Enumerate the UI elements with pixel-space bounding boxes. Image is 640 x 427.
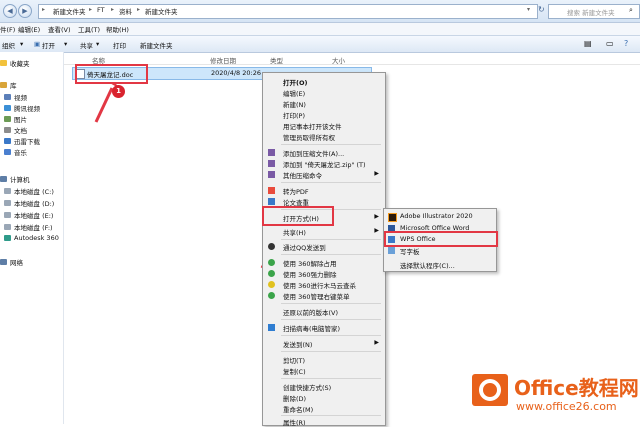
office-logo-icon: [472, 374, 508, 406]
winrar-icon: [268, 171, 275, 178]
chevron-right-icon: ▶: [374, 339, 379, 346]
winrar-icon: [268, 149, 275, 156]
submenu-item-illustrator[interactable]: Adobe Illustrator 2020: [384, 211, 496, 222]
menu-item-more-compress[interactable]: 其他压缩命令 ▶: [263, 169, 385, 180]
menu-item-add-zip[interactable]: 添加到 "倚天屠龙记.zip" (T): [263, 158, 385, 169]
context-menu: 打开(O) 编辑(E) 新建(N) 打印(P) 用记事本打开该文件 管理员取得所…: [262, 72, 386, 427]
illustrator-icon: [388, 213, 397, 222]
menu-item-add-archive[interactable]: 添加到压缩文件(A)...: [263, 147, 385, 158]
winrar-icon: [268, 160, 275, 167]
menu-item-create-shortcut[interactable]: 创建快捷方式(S): [263, 381, 385, 392]
menu-item-360-unlock[interactable]: 使用 360解除占用: [263, 257, 385, 268]
watermark: Office教程网 www.office26.com: [470, 364, 640, 424]
highlight-box: [262, 206, 334, 226]
menu-item-rename[interactable]: 重命名(M): [263, 403, 385, 414]
menu-item-restore-version[interactable]: 还原以前的版本(V): [263, 306, 385, 317]
chevron-right-icon: ▶: [374, 213, 379, 220]
menu-item-notepad[interactable]: 用记事本打开该文件: [263, 120, 385, 131]
menu-item-send-qq[interactable]: 通过QQ发送到: [263, 241, 385, 252]
qq-icon: [268, 243, 275, 250]
menu-item-360-manage[interactable]: 使用 360管理右键菜单: [263, 290, 385, 301]
menu-item-edit[interactable]: 编辑(E): [263, 87, 385, 98]
wordpad-icon: [388, 247, 395, 254]
menu-item-360-delete[interactable]: 使用 360强力删除: [263, 268, 385, 279]
menu-item-share[interactable]: 共享(H) ▶: [263, 226, 385, 237]
menu-item-send-to[interactable]: 发送到(N) ▶: [263, 338, 385, 349]
menu-item-properties[interactable]: 属性(R): [263, 416, 385, 427]
watermark-url: www.office26.com: [516, 400, 617, 413]
menu-item-cut[interactable]: 剪切(T): [263, 354, 385, 365]
menu-item-print[interactable]: 打印(P): [263, 109, 385, 120]
check-icon: [268, 198, 275, 205]
menu-item-new[interactable]: 新建(N): [263, 98, 385, 109]
highlight-box: [384, 231, 498, 247]
360-icon: [268, 281, 275, 288]
360-icon: [268, 292, 275, 299]
chevron-right-icon: ▶: [374, 170, 379, 177]
submenu-item-choose-default[interactable]: 选择默认程序(C)...: [384, 259, 496, 270]
menu-item-360-scan[interactable]: 使用 360进行木马云查杀: [263, 279, 385, 290]
menu-item-copy[interactable]: 复制(C): [263, 365, 385, 376]
menu-item-to-pdf[interactable]: 转为PDF: [263, 185, 385, 196]
step-badge: 1: [112, 85, 125, 98]
menu-item-delete[interactable]: 删除(D): [263, 392, 385, 403]
watermark-title: Office教程网: [514, 376, 639, 400]
menu-item-scan-virus[interactable]: 扫描病毒(电脑管家): [263, 322, 385, 333]
arrow-to-file: [94, 87, 114, 123]
360-icon: [268, 270, 275, 277]
menu-item-open[interactable]: 打开(O): [263, 76, 385, 87]
shield-icon: [268, 324, 275, 331]
360-icon: [268, 259, 275, 266]
menu-item-take-ownership[interactable]: 管理员取得所有权: [263, 131, 385, 142]
chevron-right-icon: ▶: [374, 227, 379, 234]
pdf-icon: [268, 187, 275, 194]
